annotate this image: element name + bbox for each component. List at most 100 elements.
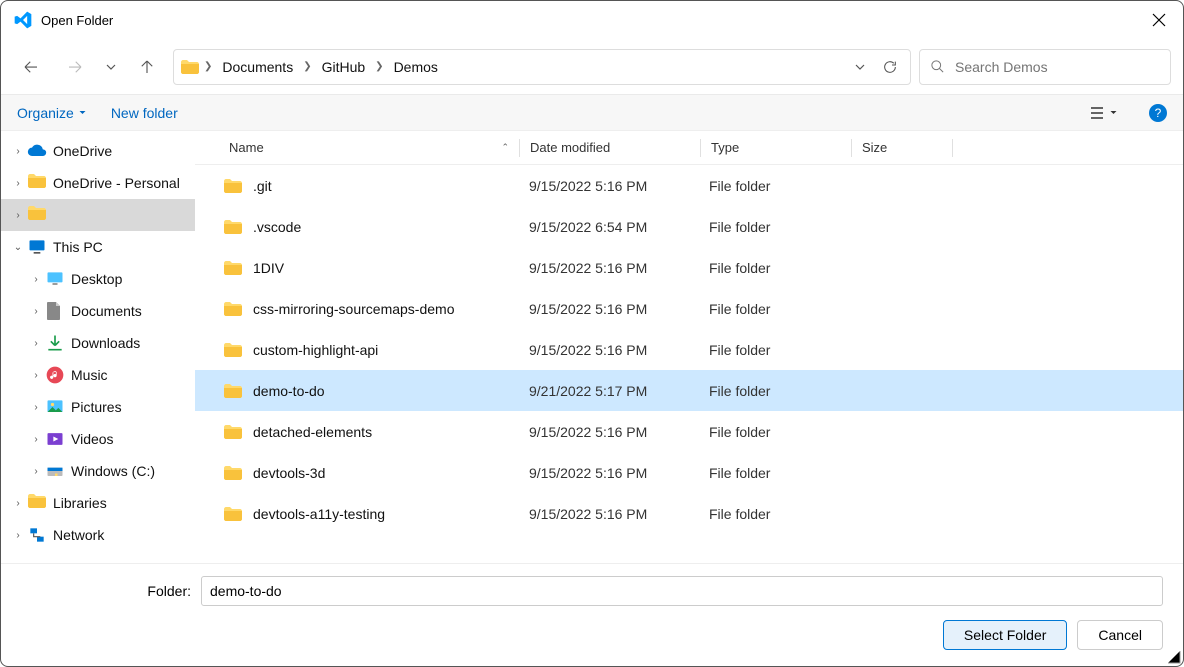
- file-type: File folder: [699, 301, 849, 317]
- forward-button[interactable]: [57, 49, 93, 85]
- folder-icon: [223, 465, 243, 481]
- cancel-button[interactable]: Cancel: [1077, 620, 1163, 650]
- chevron-right-icon[interactable]: ›: [27, 370, 45, 381]
- close-button[interactable]: [1143, 4, 1175, 36]
- tree-item-onedrive-personal[interactable]: ›OneDrive - Personal: [1, 167, 195, 199]
- refresh-button[interactable]: [876, 53, 904, 81]
- chevron-right-icon[interactable]: ›: [9, 530, 27, 541]
- column-headers: Name ⌃ Date modified Type Size: [195, 131, 1183, 165]
- file-name: detached-elements: [253, 424, 372, 440]
- drive-icon: [45, 461, 65, 481]
- address-bar[interactable]: ❯ Documents ❯ GitHub ❯ Demos: [173, 49, 911, 85]
- chevron-right-icon[interactable]: ›: [9, 498, 27, 509]
- tree-item-label: Music: [71, 367, 108, 383]
- chevron-right-icon[interactable]: ›: [27, 466, 45, 477]
- tree-item-pictures[interactable]: ›Pictures: [1, 391, 195, 423]
- file-row[interactable]: .git9/15/2022 5:16 PMFile folder: [195, 165, 1183, 206]
- file-row[interactable]: custom-highlight-api9/15/2022 5:16 PMFil…: [195, 329, 1183, 370]
- file-name: devtools-a11y-testing: [253, 506, 385, 522]
- tree-item-onedrive[interactable]: ›OneDrive: [1, 135, 195, 167]
- tree-item-label: Downloads: [71, 335, 140, 351]
- new-folder-button[interactable]: New folder: [111, 105, 178, 121]
- up-button[interactable]: [129, 49, 165, 85]
- tree-item-label: Windows (C:): [71, 463, 155, 479]
- file-type: File folder: [699, 342, 849, 358]
- chevron-right-icon[interactable]: ›: [27, 402, 45, 413]
- breadcrumb-github[interactable]: GitHub: [316, 55, 372, 79]
- tree-item-documents[interactable]: › Documents: [1, 295, 195, 327]
- file-row[interactable]: 1DIV9/15/2022 5:16 PMFile folder: [195, 247, 1183, 288]
- tree-item-label: Libraries: [53, 495, 107, 511]
- column-size[interactable]: Size: [852, 140, 952, 155]
- chevron-right-icon[interactable]: ❯: [373, 61, 385, 72]
- chevron-right-icon[interactable]: ›: [27, 274, 45, 285]
- download-icon: [45, 333, 65, 353]
- chevron-right-icon[interactable]: ›: [9, 178, 27, 189]
- tree-item-label: Documents: [71, 303, 142, 319]
- chevron-right-icon[interactable]: ❯: [301, 61, 313, 72]
- chevron-right-icon[interactable]: ›: [9, 210, 27, 221]
- sort-indicator-icon: ⌃: [501, 142, 509, 153]
- view-menu[interactable]: [1081, 106, 1125, 120]
- file-type: File folder: [699, 465, 849, 481]
- window-title: Open Folder: [41, 13, 113, 28]
- file-type: File folder: [699, 506, 849, 522]
- folder-icon: [223, 506, 243, 522]
- tree-item-folder[interactable]: ›: [1, 199, 195, 231]
- file-date: 9/15/2022 5:16 PM: [519, 301, 699, 317]
- folder-icon: [223, 342, 243, 358]
- chevron-right-icon[interactable]: ›: [27, 434, 45, 445]
- tree-item-downloads[interactable]: › Downloads: [1, 327, 195, 359]
- file-name: custom-highlight-api: [253, 342, 378, 358]
- file-type: File folder: [699, 424, 849, 440]
- tree-item-label: Videos: [71, 431, 114, 447]
- chevron-right-icon[interactable]: ❯: [202, 61, 214, 72]
- folder-icon: [223, 178, 243, 194]
- chevron-right-icon[interactable]: ›: [9, 146, 27, 157]
- column-type[interactable]: Type: [701, 140, 851, 155]
- folder-icon: [223, 219, 243, 235]
- network-icon: [27, 525, 47, 545]
- tree-item-libraries[interactable]: › Libraries: [1, 487, 195, 519]
- tree-item-videos[interactable]: › Videos: [1, 423, 195, 455]
- file-rows[interactable]: .git9/15/2022 5:16 PMFile folder.vscode9…: [195, 165, 1183, 563]
- help-button[interactable]: ?: [1149, 104, 1167, 122]
- file-row[interactable]: .vscode9/15/2022 6:54 PMFile folder: [195, 206, 1183, 247]
- file-row[interactable]: devtools-a11y-testing9/15/2022 5:16 PMFi…: [195, 493, 1183, 534]
- file-row[interactable]: detached-elements9/15/2022 5:16 PMFile f…: [195, 411, 1183, 452]
- tree-item-windows-c-[interactable]: › Windows (C:): [1, 455, 195, 487]
- back-button[interactable]: [13, 49, 49, 85]
- search-input[interactable]: [955, 59, 1160, 75]
- breadcrumb-documents[interactable]: Documents: [216, 55, 299, 79]
- tree-sidebar[interactable]: ›OneDrive›OneDrive - Personal›⌄This PC›D…: [1, 131, 195, 563]
- resize-grip-icon[interactable]: [1167, 650, 1181, 664]
- chevron-down-icon[interactable]: ⌄: [9, 242, 27, 253]
- vscode-icon: [13, 10, 33, 30]
- file-name: .vscode: [253, 219, 301, 235]
- chevron-right-icon[interactable]: ›: [27, 306, 45, 317]
- footer: Folder: Select Folder Cancel: [1, 563, 1183, 667]
- file-type: File folder: [699, 260, 849, 276]
- titlebar: Open Folder: [1, 1, 1183, 39]
- cloud-icon: [27, 141, 47, 161]
- folder-icon: [223, 383, 243, 399]
- organize-menu[interactable]: Organize: [17, 105, 87, 121]
- file-row[interactable]: css-mirroring-sourcemaps-demo9/15/2022 5…: [195, 288, 1183, 329]
- file-row[interactable]: devtools-3d9/15/2022 5:16 PMFile folder: [195, 452, 1183, 493]
- tree-item-music[interactable]: › Music: [1, 359, 195, 391]
- folder-row: Folder:: [21, 576, 1163, 606]
- select-folder-button[interactable]: Select Folder: [943, 620, 1067, 650]
- column-date[interactable]: Date modified: [520, 140, 700, 155]
- tree-item-label: Desktop: [71, 271, 122, 287]
- recent-dropdown[interactable]: [101, 49, 121, 85]
- folder-input[interactable]: [201, 576, 1163, 606]
- breadcrumb-demos[interactable]: Demos: [388, 55, 444, 79]
- search-box[interactable]: [919, 49, 1171, 85]
- chevron-right-icon[interactable]: ›: [27, 338, 45, 349]
- tree-item-this-pc[interactable]: ⌄This PC: [1, 231, 195, 263]
- tree-item-desktop[interactable]: › Desktop: [1, 263, 195, 295]
- file-row[interactable]: demo-to-do9/21/2022 5:17 PMFile folder: [195, 370, 1183, 411]
- column-name[interactable]: Name ⌃: [219, 140, 519, 155]
- address-dropdown[interactable]: [846, 53, 874, 81]
- tree-item-network[interactable]: ›Network: [1, 519, 195, 551]
